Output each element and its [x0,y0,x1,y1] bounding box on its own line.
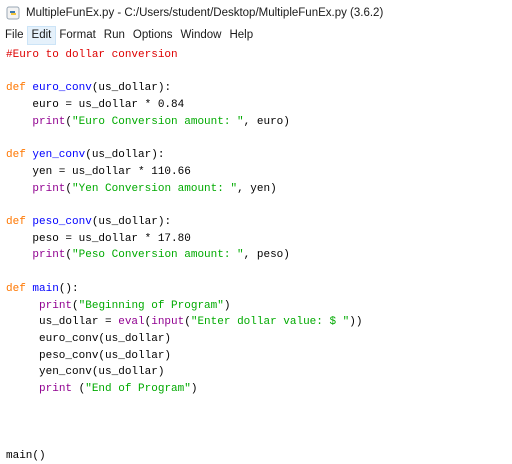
code-line[interactable]: print ("End of Program") [6,382,197,397]
title-bar: MultipleFunEx.py - C:/Users/student/Desk… [0,0,512,26]
code-line[interactable]: euro_conv(us_dollar) [6,332,171,347]
code-token: def [6,216,33,228]
code-token: yen = us_dollar * 110.66 [6,165,191,178]
code-token: (): [58,282,79,295]
code-line[interactable]: main() [6,449,46,464]
code-token: euro_conv(us_dollar) [6,332,172,345]
code-token: print [39,299,73,312]
code-token: print [32,182,66,195]
code-line[interactable]: def main(): [6,282,79,297]
menu-file[interactable]: File [1,27,28,44]
code-line[interactable]: #Euro to dollar conversion [6,48,178,63]
code-token: )) [349,316,363,329]
code-line[interactable]: print("Peso Conversion amount: ", peso) [6,248,290,263]
code-line[interactable]: print("Beginning of Program") [6,299,230,314]
code-token: (us_dollar): [91,216,172,228]
code-token: main() [6,449,46,462]
code-token: #Euro to dollar conversion [6,49,178,61]
code-token: ) [190,383,198,395]
code-line[interactable]: print("Yen Conversion amount: ", yen) [6,182,277,197]
code-token: peso_conv [32,216,92,228]
code-line[interactable]: peso_conv(us_dollar) [6,349,171,364]
menu-format[interactable]: Format [55,27,99,44]
code-token: , yen) [237,182,277,195]
code-token: , peso) [243,249,290,262]
code-token: "Peso Conversion amount: " [72,249,244,262]
code-token: eval [118,316,145,329]
code-line[interactable]: yen_conv(us_dollar) [6,365,164,380]
code-token: us_dollar = [6,316,119,329]
code-token: yen_conv(us_dollar) [6,366,165,379]
code-token: "Yen Conversion amount: " [72,182,238,195]
code-token: "End of Program" [85,383,191,395]
code-token: euro_conv [32,82,92,95]
code-token: def [6,149,33,162]
menu-options[interactable]: Options [129,27,177,44]
code-token: peso = us_dollar * 17.80 [6,232,191,245]
code-token: (us_dollar): [85,149,165,162]
code-token: , euro) [243,115,290,128]
code-token: def [6,82,33,95]
code-token: ( [72,383,86,395]
window-title: MultipleFunEx.py - C:/Users/student/Desk… [26,7,384,19]
code-token: "Beginning of Program" [78,299,224,312]
code-token: peso_conv(us_dollar) [6,349,172,362]
python-file-icon [6,6,20,20]
code-token: input [151,316,185,329]
menu-help[interactable]: Help [225,27,257,44]
code-line[interactable]: print("Euro Conversion amount: ", euro) [6,115,290,130]
code-line[interactable]: euro = us_dollar * 0.84 [6,98,184,113]
code-token: ) [223,299,231,312]
code-line[interactable]: yen = us_dollar * 110.66 [6,165,191,180]
menu-window[interactable]: Window [177,27,226,44]
code-token: "Enter dollar value: $ " [190,316,350,329]
code-token: print [39,383,73,395]
code-token: main [32,282,59,295]
code-line[interactable]: peso = us_dollar * 17.80 [6,232,191,247]
menu-edit[interactable]: Edit [26,26,57,45]
code-token: euro = us_dollar * 0.84 [6,99,185,112]
code-token: ( [184,316,191,329]
code-token: def [6,282,33,295]
code-token: print [32,249,66,262]
code-line[interactable]: us_dollar = eval(input("Enter dollar val… [6,315,363,330]
code-line[interactable]: def yen_conv(us_dollar): [6,148,164,163]
code-token: (us_dollar): [91,82,172,95]
code-line[interactable]: def euro_conv(us_dollar): [6,81,171,96]
menu-bar: File Edit Format Run Options Window Help [0,26,512,45]
menu-run[interactable]: Run [100,27,129,44]
code-editor[interactable]: #Euro to dollar conversion def euro_conv(… [0,45,512,462]
code-token: print [32,115,66,128]
code-token: yen_conv [32,149,86,162]
code-token: "Euro Conversion amount: " [72,115,244,128]
code-token: ( [72,299,79,312]
code-line[interactable]: def peso_conv(us_dollar): [6,215,171,230]
